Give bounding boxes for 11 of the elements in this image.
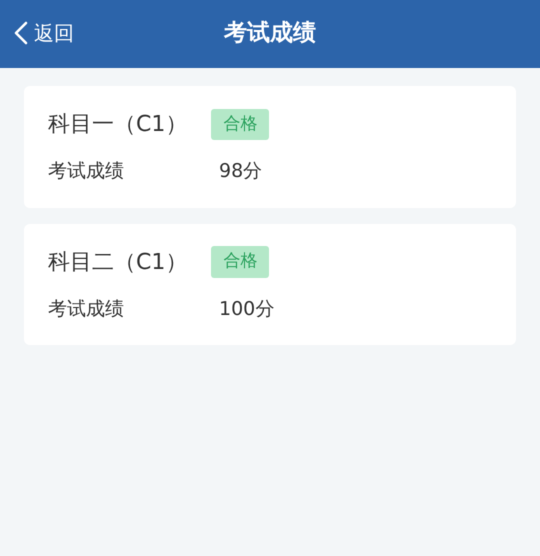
score-value: 98分 — [219, 159, 262, 184]
status-badge: 合格 — [211, 246, 270, 278]
status-badge: 合格 — [211, 108, 270, 140]
score-label: 考试成绩 — [48, 296, 125, 322]
subject-title: 科目二（C1） — [48, 248, 188, 276]
subject-title: 科目一（C1） — [48, 111, 188, 139]
back-button[interactable]: 返回 — [14, 18, 74, 48]
score-value: 100分 — [219, 296, 274, 322]
page-title: 考试成绩 — [224, 20, 316, 46]
back-chevron-icon — [14, 21, 28, 45]
score-label: 考试成绩 — [48, 159, 125, 184]
